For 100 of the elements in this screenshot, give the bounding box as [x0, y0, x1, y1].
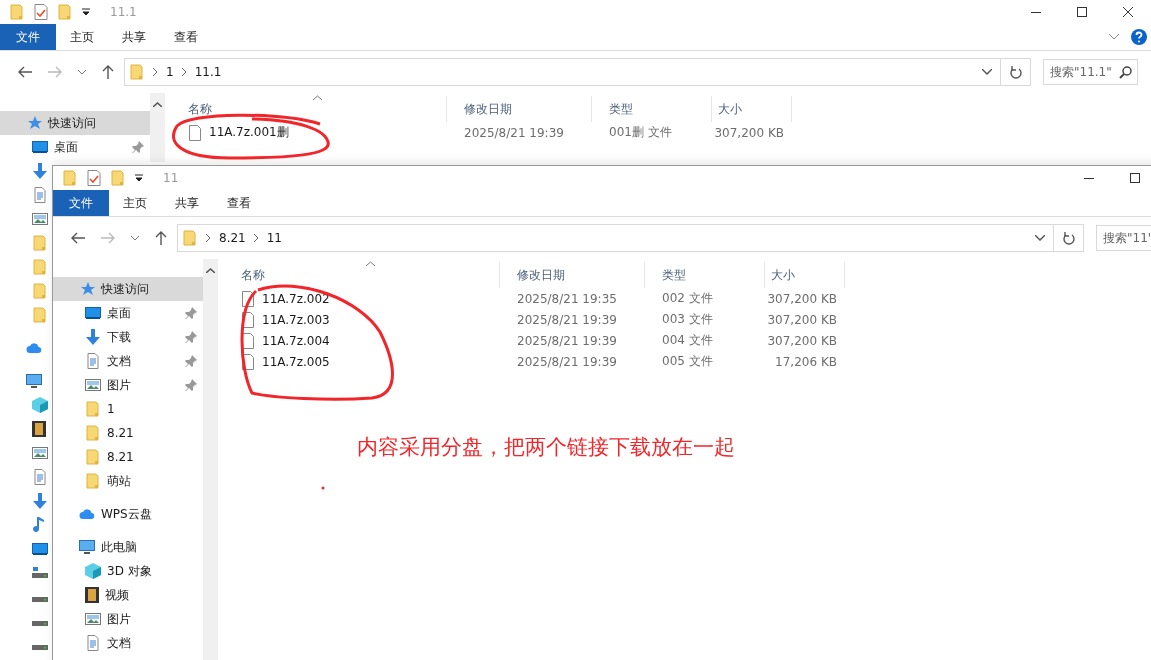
- pin-icon[interactable]: [185, 355, 197, 367]
- sidebar-item[interactable]: 桌面: [53, 301, 203, 325]
- table-cell-text: 003 文件: [661, 311, 714, 328]
- picture-icon: [32, 211, 48, 227]
- chevron-down-icon[interactable]: [982, 69, 992, 75]
- sidebar-item[interactable]: WPS云盘: [53, 502, 203, 526]
- annotation-dot: [321, 486, 325, 490]
- sidebar-item[interactable]: 萌站: [53, 469, 203, 493]
- pin-icon[interactable]: [185, 379, 197, 391]
- sidebar-item[interactable]: 图片: [53, 373, 203, 397]
- column-header[interactable]: 类型: [592, 96, 712, 122]
- computer-icon: [26, 373, 42, 389]
- desktop-icon: [85, 305, 101, 321]
- music-note-icon: [32, 517, 44, 533]
- scrollbar[interactable]: [203, 259, 218, 660]
- folder-icon: [32, 283, 48, 299]
- sidebar-item[interactable]: 桌面: [0, 135, 150, 159]
- column-header[interactable]: 大小: [712, 96, 792, 122]
- column-header[interactable]: 大小: [765, 262, 845, 288]
- up-arrow-icon[interactable]: [102, 65, 114, 79]
- window-title: 11: [163, 171, 179, 185]
- picture-icon: [32, 445, 48, 461]
- sidebar-item[interactable]: 快速访问: [53, 277, 203, 301]
- document-icon: [32, 187, 48, 203]
- sidebar-item[interactable]: 3D 对象: [53, 559, 203, 583]
- folder-icon: [85, 473, 101, 489]
- file-icon: [242, 311, 254, 328]
- close-icon: [1123, 7, 1133, 17]
- column-header[interactable]: 修改日期: [500, 262, 645, 288]
- sidebar-item[interactable]: 此电脑: [53, 535, 203, 559]
- column-header[interactable]: 类型: [645, 262, 765, 288]
- sidebar-item[interactable]: 1: [53, 397, 203, 421]
- ribbon-tab[interactable]: 共享: [161, 190, 213, 216]
- pin-icon[interactable]: [185, 307, 197, 319]
- column-header[interactable]: 名称: [171, 96, 447, 122]
- file-name[interactable]: 11A.7z.003: [262, 312, 330, 327]
- download-arrow-icon: [32, 493, 48, 509]
- pin-icon[interactable]: [132, 141, 144, 153]
- sidebar-item[interactable]: 文档: [53, 631, 203, 655]
- ribbon-tab[interactable]: 查看: [213, 190, 265, 216]
- file-name[interactable]: 11A.7z.001删: [209, 124, 289, 141]
- breadcrumb[interactable]: 1: [166, 65, 174, 79]
- help-icon[interactable]: [1131, 29, 1147, 45]
- computer-icon: [79, 539, 95, 555]
- ribbon-tab[interactable]: 查看: [160, 24, 212, 50]
- breadcrumb-chevron-icon[interactable]: [206, 234, 211, 242]
- dropdown-icon[interactable]: [82, 8, 90, 16]
- chevron-down-icon[interactable]: [1109, 34, 1119, 40]
- column-header[interactable]: 修改日期: [447, 96, 592, 122]
- up-arrow-icon[interactable]: [155, 231, 167, 245]
- sidebar-item[interactable]: 8.21: [53, 421, 203, 445]
- folder-icon: [62, 170, 78, 186]
- ribbon-tab[interactable]: 主页: [56, 24, 108, 50]
- search-icon[interactable]: [1119, 66, 1132, 79]
- breadcrumb-chevron-icon[interactable]: [253, 234, 259, 242]
- properties-icon[interactable]: [34, 4, 48, 20]
- dropdown-icon[interactable]: [135, 174, 143, 182]
- breadcrumb[interactable]: 8.21: [219, 231, 246, 245]
- search-field[interactable]: 搜索"11.1": [1043, 59, 1138, 85]
- file-name[interactable]: 11A.7z.002: [262, 291, 330, 306]
- scroll-up-icon[interactable]: [153, 102, 162, 107]
- breadcrumb-chevron-icon[interactable]: [153, 68, 158, 76]
- drive-icon: [32, 567, 48, 579]
- scroll-up-icon[interactable]: [206, 268, 215, 273]
- scrollbar[interactable]: [150, 93, 165, 162]
- document-icon: [32, 469, 48, 485]
- recent-caret-icon[interactable]: [78, 69, 86, 75]
- folder-icon: [182, 230, 198, 246]
- table-cell-text: 307,200 KB: [713, 125, 785, 140]
- pin-icon[interactable]: [185, 331, 197, 343]
- star-icon: [26, 115, 42, 131]
- sidebar-item[interactable]: 快速访问: [0, 111, 150, 135]
- breadcrumb[interactable]: 11: [266, 231, 282, 245]
- file-icon: [242, 332, 254, 349]
- table-cell-text: 2025/8/21 19:39: [516, 333, 618, 348]
- file-name[interactable]: 11A.7z.004: [262, 333, 330, 348]
- back-arrow-icon[interactable]: [18, 66, 32, 78]
- file-icon: [242, 290, 254, 307]
- cloud-icon: [26, 342, 42, 354]
- breadcrumb-chevron-icon[interactable]: [181, 68, 187, 76]
- sidebar-item[interactable]: 文档: [53, 349, 203, 373]
- ribbon-tab[interactable]: 共享: [108, 24, 160, 50]
- ribbon-tab[interactable]: 主页: [109, 190, 161, 216]
- refresh-button[interactable]: [1054, 224, 1084, 252]
- recent-caret-icon[interactable]: [131, 235, 139, 241]
- sidebar-item[interactable]: 8.21: [53, 445, 203, 469]
- cloud-icon: [79, 508, 95, 520]
- column-header[interactable]: 名称: [224, 262, 500, 288]
- breadcrumb[interactable]: 11.1: [194, 65, 222, 79]
- file-name[interactable]: 11A.7z.005: [262, 354, 330, 369]
- table-cell-text: 002 文件: [661, 290, 714, 307]
- properties-icon[interactable]: [87, 170, 101, 186]
- address-bar[interactable]: 8.21 11: [177, 224, 1054, 252]
- chevron-down-icon[interactable]: [1035, 235, 1045, 241]
- sidebar-item[interactable]: 视频: [53, 583, 203, 607]
- back-arrow-icon[interactable]: [71, 232, 85, 244]
- refresh-button[interactable]: [1001, 58, 1031, 86]
- sidebar-item[interactable]: 图片: [53, 607, 203, 631]
- sidebar-item[interactable]: 下载: [53, 325, 203, 349]
- address-bar[interactable]: 1 11.1: [124, 58, 1001, 86]
